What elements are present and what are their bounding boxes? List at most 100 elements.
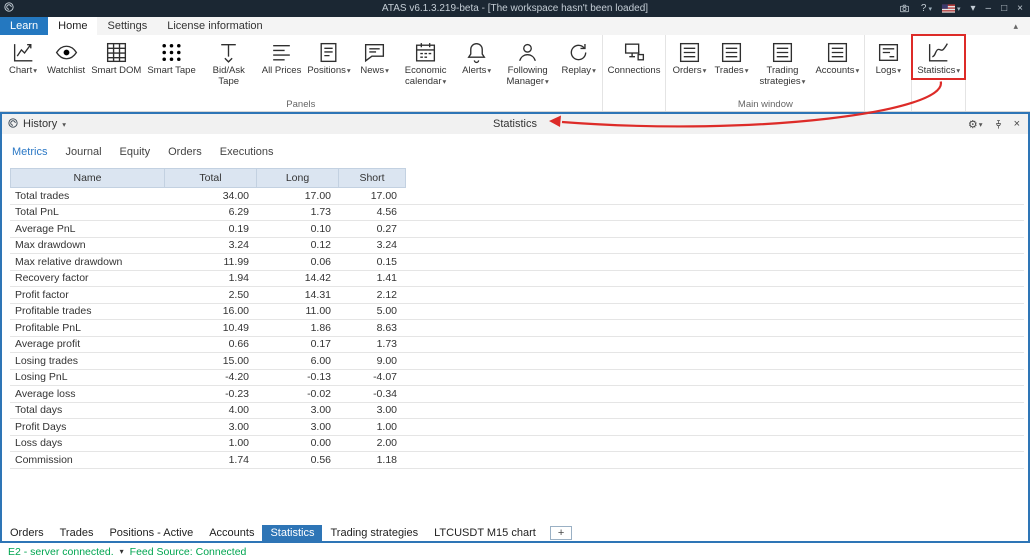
ribbon-button-orders[interactable]: Orders▾ [668,37,710,77]
chevron-down-icon[interactable]: ▾ [971,3,976,14]
ribbon-button-following-manager[interactable]: Following Manager▾ [498,37,558,87]
history-dropdown[interactable]: History ▾ [2,117,66,132]
table-row[interactable]: Total trades34.0017.0017.00 [10,188,1024,205]
ribbon-button-statistics[interactable]: Statistics▾ [914,37,963,77]
bottom-tab-statistics[interactable]: Statistics [262,525,322,541]
ribbon-button-replay[interactable]: Replay▾ [558,37,600,77]
panel-close-button[interactable]: × [1014,118,1020,130]
server-status-dropdown-icon[interactable]: ▾ [120,547,124,556]
ribbon-collapse-button[interactable]: ▴ [1013,21,1030,32]
cell-total: 0.66 [164,337,256,353]
table-row[interactable]: Average profit0.660.171.73 [10,337,1024,354]
ribbon-tab-home[interactable]: Home [48,17,97,35]
tab-equity[interactable]: Equity [120,146,151,158]
cell-short: -4.07 [338,370,404,386]
table-body: Total trades34.0017.0017.00Total PnL6.29… [10,188,1028,469]
table-row[interactable]: Loss days1.000.002.00 [10,436,1024,453]
tab-metrics[interactable]: Metrics [12,146,47,158]
ribbon-button-chart[interactable]: Chart▾ [2,37,44,77]
ribbon-button-all-prices[interactable]: All Prices [259,37,305,77]
column-header-total[interactable]: Total [165,169,257,187]
tab-journal[interactable]: Journal [65,146,101,158]
bottom-tab-positions-active[interactable]: Positions - Active [101,525,201,541]
server-status-text: E2 - server connected. [8,546,114,558]
table-header: NameTotalLongShort [10,168,406,188]
ribbon-button-logs[interactable]: Logs▾ [867,37,909,77]
window-title: ATAS v6.1.3.219-beta - [The workspace ha… [0,0,1030,17]
cell-total: 2.50 [164,287,256,303]
ribbon-tab-license-information[interactable]: License information [157,17,272,35]
table-row[interactable]: Average PnL0.190.100.27 [10,221,1024,238]
cell-long: 0.06 [256,254,338,270]
bottom-tab-orders[interactable]: Orders [2,525,52,541]
ribbon-button-alerts[interactable]: Alerts▾ [456,37,498,77]
minimize-button[interactable]: – [986,3,992,14]
ribbon-group: Connections [603,35,667,111]
screenshot-camera-icon[interactable] [898,3,911,14]
column-header-name[interactable]: Name [11,169,165,187]
cell-short: 17.00 [338,188,404,204]
cell-name: Profit factor [10,287,164,303]
ribbon-button-economic-calendar[interactable]: Economic calendar▾ [396,37,456,87]
cell-long: 11.00 [256,304,338,320]
help-button[interactable]: ?▾ [921,3,932,14]
cell-long: 14.31 [256,287,338,303]
table-row[interactable]: Commission1.740.561.18 [10,452,1024,469]
ribbon-button-accounts[interactable]: Accounts▾ [812,37,862,77]
chevron-down-icon: ▾ [928,5,932,13]
cell-long: 0.56 [256,452,338,468]
gear-icon: ⚙ [968,118,978,131]
cell-long: 0.17 [256,337,338,353]
ribbon-tab-settings[interactable]: Settings [97,17,157,35]
bottom-tab-trading-strategies[interactable]: Trading strategies [322,525,426,541]
table-row[interactable]: Profitable trades16.0011.005.00 [10,304,1024,321]
language-flag-button[interactable]: ▾ [942,3,961,14]
ribbon-button-watchlist[interactable]: Watchlist [44,37,88,77]
chevron-down-icon: ▾ [957,5,961,13]
dropdown-arrow-icon: ▾ [856,66,860,75]
ribbon-button-positions[interactable]: Positions▾ [304,37,353,77]
bottom-tab-trades[interactable]: Trades [52,525,102,541]
table-row[interactable]: Total PnL6.291.734.56 [10,205,1024,222]
table-row[interactable]: Profit Days3.003.001.00 [10,419,1024,436]
cell-name: Recovery factor [10,271,164,287]
table-row[interactable]: Total days4.003.003.00 [10,403,1024,420]
panel-settings-button[interactable]: ⚙▾ [968,118,983,131]
ribbon-button-trading-strategies[interactable]: Trading strategies▾ [752,37,812,87]
ribbon-button-bid-ask-tape[interactable]: Bid/Ask Tape [199,37,259,87]
cell-name: Commission [10,452,164,468]
pin-icon[interactable] [993,119,1004,130]
tab-executions[interactable]: Executions [220,146,274,158]
column-header-long[interactable]: Long [257,169,339,187]
table-row[interactable]: Profitable PnL10.491.868.63 [10,320,1024,337]
maximize-button[interactable]: □ [1001,3,1007,14]
bottom-tab-accounts[interactable]: Accounts [201,525,262,541]
cell-short: 1.00 [338,419,404,435]
atas-logo-icon [3,0,15,18]
ribbon-button-trades[interactable]: Trades▾ [710,37,752,77]
ribbon-button-smart-tape[interactable]: Smart Tape [144,37,198,77]
ribbon-button-connections[interactable]: Connections [605,37,664,77]
table-row[interactable]: Max relative drawdown11.990.060.15 [10,254,1024,271]
table-row[interactable]: Profit factor2.5014.312.12 [10,287,1024,304]
bottom-tab-ltcusdt-m15-chart[interactable]: LTCUSDT M15 chart [426,525,544,541]
ribbon-button-label: Positions▾ [307,66,350,77]
column-header-short[interactable]: Short [339,169,405,187]
ribbon-tab-learn[interactable]: Learn [0,17,48,35]
dropdown-arrow-icon: ▾ [385,66,389,75]
table-row[interactable]: Recovery factor1.9414.421.41 [10,271,1024,288]
ribbon-button-smart-dom[interactable]: Smart DOM [88,37,144,77]
ribbon-group-buttons: Connections [605,37,664,98]
following-manager-icon [515,40,540,65]
ribbon-group: Logs▾ [865,35,912,111]
table-row[interactable]: Max drawdown3.240.123.24 [10,238,1024,255]
ribbon-toolbar: Chart▾WatchlistSmart DOMSmart TapeBid/As… [0,35,1030,112]
ribbon-button-news[interactable]: News▾ [354,37,396,77]
tab-orders[interactable]: Orders [168,146,202,158]
table-row[interactable]: Average loss-0.23-0.02-0.34 [10,386,1024,403]
table-row[interactable]: Losing trades15.006.009.00 [10,353,1024,370]
cell-name: Loss days [10,436,164,452]
table-row[interactable]: Losing PnL-4.20-0.13-4.07 [10,370,1024,387]
add-tab-button[interactable]: + [550,526,572,540]
close-button[interactable]: × [1017,3,1023,14]
